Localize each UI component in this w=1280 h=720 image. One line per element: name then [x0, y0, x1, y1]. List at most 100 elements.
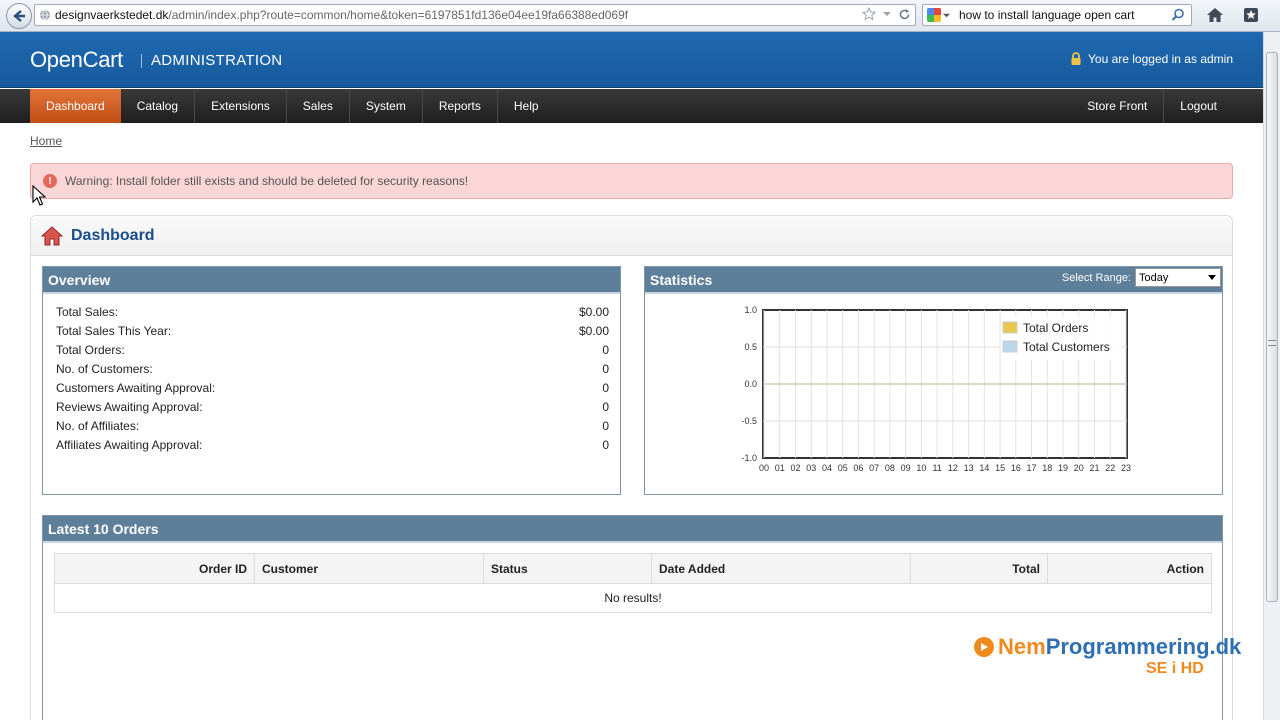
menu-item-catalog[interactable]: Catalog [121, 89, 196, 123]
overview-row: No. of Affiliates: 0 [56, 419, 609, 438]
overview-label: Customers Awaiting Approval: [56, 381, 216, 395]
search-icon[interactable] [1171, 8, 1185, 22]
legend-label: Total Customers [1023, 340, 1110, 354]
watermark-text-programmering: Programmering.dk [1045, 634, 1242, 659]
overview-title: Overview [43, 267, 620, 294]
column-status[interactable]: Status [483, 553, 652, 584]
y-tick-label: -1.0 [741, 453, 757, 463]
google-icon [926, 8, 941, 22]
range-select[interactable]: Today [1135, 268, 1221, 287]
breadcrumb-home-link[interactable]: Home [30, 134, 62, 148]
menu-item-store-front[interactable]: Store Front [1071, 89, 1165, 123]
x-tick-label: 18 [1042, 463, 1052, 473]
menu-item-reports[interactable]: Reports [423, 89, 498, 123]
menu-item-system[interactable]: System [350, 89, 423, 123]
menu-right: Store Front Logout [1071, 89, 1233, 123]
login-status: You are logged in as admin [1070, 52, 1233, 66]
x-tick-label: 22 [1105, 463, 1115, 473]
y-tick-label: 1.0 [744, 305, 757, 315]
overview-panel: Overview Total Sales: $0.00 Total Sales T… [42, 266, 621, 495]
address-bar[interactable]: designvaerkstedet.dk/admin/index.php?rou… [34, 4, 916, 26]
overview-label: Total Orders: [56, 343, 125, 357]
statistics-panel: Statistics Select Range: Today 1.0 0.5 0.0… [644, 266, 1223, 495]
overview-row: Customers Awaiting Approval: 0 [56, 381, 609, 400]
column-date-added[interactable]: Date Added [651, 553, 911, 584]
opencart-logo[interactable]: OpenCart [30, 47, 123, 73]
x-tick-label: 01 [775, 463, 785, 473]
x-tick-label: 06 [853, 463, 863, 473]
back-button[interactable] [6, 3, 32, 29]
search-bar[interactable]: how to install language open cart [922, 4, 1192, 26]
orders-table: Order ID Customer Status Date Added Tota… [54, 553, 1212, 613]
overview-value: 0 [602, 381, 609, 395]
overview-value: 0 [602, 438, 609, 452]
search-input[interactable]: how to install language open cart [953, 8, 1171, 22]
x-tick-label: 03 [806, 463, 816, 473]
scrollbar-thumb[interactable] [1266, 52, 1278, 602]
search-engine-selector[interactable] [923, 5, 953, 25]
statistics-chart: 1.0 0.5 0.0 -0.5 -1.000 01 02 03 04 05 06 07 08 09 10 1… [741, 305, 1131, 473]
x-tick-label: 09 [901, 463, 911, 473]
bookmarks-button[interactable] [1240, 5, 1262, 25]
range-selector: Select Range: Today [1062, 268, 1221, 287]
overview-row: Reviews Awaiting Approval: 0 [56, 400, 609, 419]
legend-swatch [1002, 321, 1018, 334]
overview-row: Total Sales: $0.00 [56, 305, 609, 324]
home-button[interactable] [1204, 5, 1226, 25]
overview-label: No. of Affiliates: [56, 419, 140, 433]
overview-value: 0 [602, 343, 609, 357]
y-tick-label: 0.5 [744, 342, 757, 352]
home-icon [41, 225, 63, 245]
column-customer[interactable]: Customer [254, 553, 484, 584]
globe-icon [35, 9, 55, 21]
menu-item-help[interactable]: Help [498, 89, 555, 123]
administration-label: ADMINISTRATION [151, 52, 283, 69]
header-divider [141, 54, 142, 68]
overview-value: $0.00 [578, 305, 609, 319]
x-tick-label: 08 [885, 463, 895, 473]
menu-item-logout[interactable]: Logout [1164, 89, 1233, 123]
warning-text: Warning: Install folder still exists and… [65, 174, 469, 188]
x-tick-label: 07 [869, 463, 879, 473]
overview-value: 0 [602, 419, 609, 433]
chevron-down-icon [942, 13, 950, 17]
browser-toolbar: designvaerkstedet.dk/admin/index.php?rou… [0, 0, 1280, 32]
menu-item-sales[interactable]: Sales [287, 89, 350, 123]
nemprogrammering-watermark: NemProgrammering.dk SE i HD [974, 634, 1242, 677]
x-tick-label: 12 [948, 463, 958, 473]
chevron-down-icon[interactable] [882, 9, 892, 19]
column-order-id[interactable]: Order ID [54, 553, 255, 584]
x-tick-label: 00 [759, 463, 769, 473]
menu-left: Dashboard Catalog Extensions Sales Syste… [30, 89, 555, 123]
login-text: You are logged in as admin [1088, 52, 1233, 66]
mouse-cursor-icon [32, 185, 46, 206]
x-tick-label: 20 [1074, 463, 1084, 473]
url-text: designvaerkstedet.dk/admin/index.php?rou… [55, 8, 629, 22]
x-tick-label: 11 [932, 463, 941, 473]
overview-value: 0 [602, 400, 609, 414]
vertical-scrollbar[interactable] [1263, 32, 1280, 720]
overview-row: Total Orders: 0 [56, 343, 609, 362]
home-icon [1207, 8, 1223, 22]
column-total[interactable]: Total [910, 553, 1048, 584]
y-tick-label: -0.5 [741, 416, 757, 426]
x-tick-label: 16 [1011, 463, 1021, 473]
latest-orders-panel: Latest 10 Orders Order ID Customer Statu… [42, 515, 1223, 720]
watermark-text-nem: Nem [998, 634, 1046, 659]
x-tick-label: 13 [964, 463, 974, 473]
overview-table: Total Sales: $0.00 Total Sales This Year:… [56, 305, 609, 457]
x-tick-label: 19 [1058, 463, 1068, 473]
star-icon[interactable] [862, 7, 876, 21]
overview-label: Total Sales This Year: [56, 324, 172, 338]
column-action: Action [1047, 553, 1212, 584]
warning-alert: ! Warning: Install folder still exists a… [30, 163, 1233, 199]
reload-icon[interactable] [898, 8, 911, 21]
no-results-text: No results! [604, 591, 662, 605]
menu-item-dashboard[interactable]: Dashboard [30, 89, 121, 123]
menu-item-extensions[interactable]: Extensions [195, 89, 287, 123]
range-value: Today [1139, 271, 1169, 284]
play-icon [974, 637, 994, 657]
x-tick-label: 23 [1121, 463, 1131, 473]
overview-row: Total Sales This Year: $0.00 [56, 324, 609, 343]
overview-label: No. of Customers: [56, 362, 153, 376]
